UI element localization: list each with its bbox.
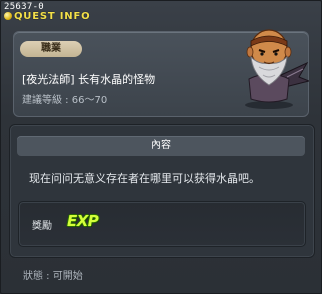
npc-portrait-icon <box>229 19 311 111</box>
exp-icon[interactable]: EXP <box>67 212 99 230</box>
recommended-level: 建議等級 : 66～70 <box>22 95 108 106</box>
quest-bulb-icon <box>4 12 12 20</box>
content-header: 內容 <box>17 136 305 156</box>
quest-info-window: 25637-0 QUEST INFO 職業 [夜光法師] 长有水晶的怪物 建議等… <box>0 0 322 294</box>
content-text: 现在问问无意义存在者在哪里可以获得水晶吧。 <box>29 172 260 185</box>
reward-label: 獎勵 <box>32 221 52 232</box>
reward-box <box>18 201 306 247</box>
window-title: QUEST INFO <box>14 11 91 22</box>
job-tag: 職業 <box>20 41 82 57</box>
quest-status: 狀態 : 可開始 <box>23 271 83 282</box>
quest-name: [夜光法師] 长有水晶的怪物 <box>22 73 156 86</box>
